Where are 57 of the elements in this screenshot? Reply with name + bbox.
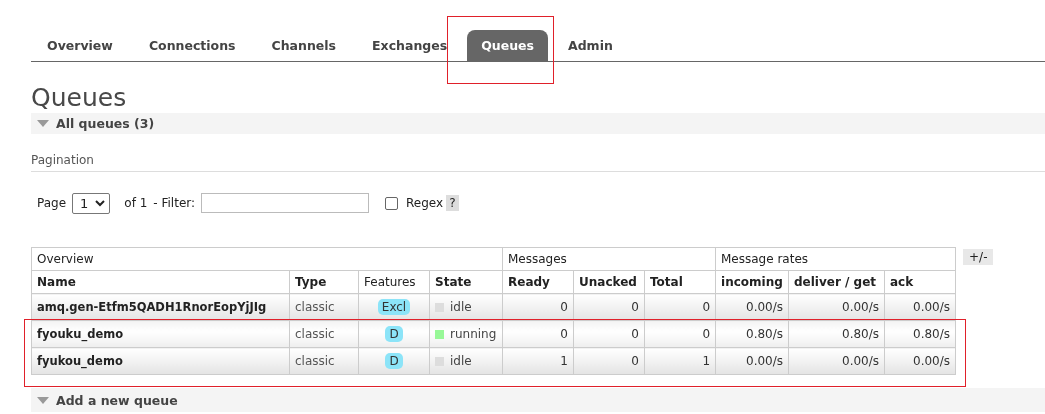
column-header: Unacked xyxy=(573,270,645,294)
nav-tab[interactable]: Queues xyxy=(467,30,548,61)
table-cell: 0.80/s xyxy=(788,320,885,348)
regex-label: Regex xyxy=(406,196,444,210)
table-cell: 1 xyxy=(644,347,716,375)
nav-tab[interactable]: Overview xyxy=(31,30,129,61)
column-header: ack xyxy=(884,270,956,294)
nav-tab[interactable]: Admin xyxy=(552,30,629,61)
table-cell: 0.80/s xyxy=(884,320,956,348)
column-header: State xyxy=(429,270,503,294)
state-label: idle xyxy=(450,354,472,368)
column-header: Features xyxy=(358,270,430,294)
table-cell: classic xyxy=(289,347,359,375)
help-button[interactable]: ? xyxy=(446,195,459,211)
feature-badge: Excl xyxy=(377,299,411,315)
pagination-heading: Pagination xyxy=(31,153,1045,172)
nav-tab[interactable]: Connections xyxy=(132,30,252,61)
table-cell: 1 xyxy=(502,347,574,375)
triangle-icon xyxy=(37,120,49,127)
feature-badge: D xyxy=(385,353,403,369)
filter-label: - Filter: xyxy=(153,196,196,210)
page-count: of 1 xyxy=(124,196,148,210)
column-header: Total xyxy=(644,270,716,294)
page-select[interactable]: 1 xyxy=(72,192,111,214)
nav-tab[interactable]: Channels xyxy=(255,30,353,61)
column-header: deliver / get xyxy=(788,270,885,294)
table-cell: 0 xyxy=(644,320,716,348)
section-header[interactable]: All queues (3) xyxy=(31,113,1045,134)
columns-toggle-button[interactable]: +/- xyxy=(963,249,994,265)
group-header: Message rates xyxy=(715,247,956,271)
table-cell: 0.80/s xyxy=(715,320,789,348)
column-header: Type xyxy=(289,270,359,294)
column-header: Name xyxy=(31,270,290,294)
table-cell: 0 xyxy=(573,347,645,375)
group-header: Overview xyxy=(31,247,503,271)
queue-name-link[interactable]: fyouku_demo xyxy=(31,320,290,348)
table-cell: 0 xyxy=(573,320,645,348)
page-label: Page xyxy=(37,196,67,210)
nav-tab[interactable]: Exchanges xyxy=(356,30,464,61)
queue-name-link[interactable]: fyukou_demo xyxy=(31,347,290,375)
filter-field[interactable] xyxy=(201,193,370,213)
column-header: incoming xyxy=(715,270,789,294)
page-title: Queues xyxy=(31,83,128,113)
table-cell: 0.00/s xyxy=(715,347,789,375)
table-cell: 0 xyxy=(502,320,574,348)
state-label: running xyxy=(450,327,497,341)
table-cell: classic xyxy=(289,320,359,348)
table-cell: 0.00/s xyxy=(884,347,956,375)
section-header[interactable]: Add a new queue xyxy=(31,388,1045,412)
table-cell: 0.00/s xyxy=(788,347,885,375)
regex-checkbox[interactable] xyxy=(385,196,399,210)
group-header: Messages xyxy=(502,247,716,271)
chevron-icon xyxy=(95,199,106,207)
column-header: Ready xyxy=(502,270,574,294)
feature-badge: D xyxy=(385,326,403,342)
triangle-icon xyxy=(37,396,49,404)
state-label: idle xyxy=(450,300,472,314)
